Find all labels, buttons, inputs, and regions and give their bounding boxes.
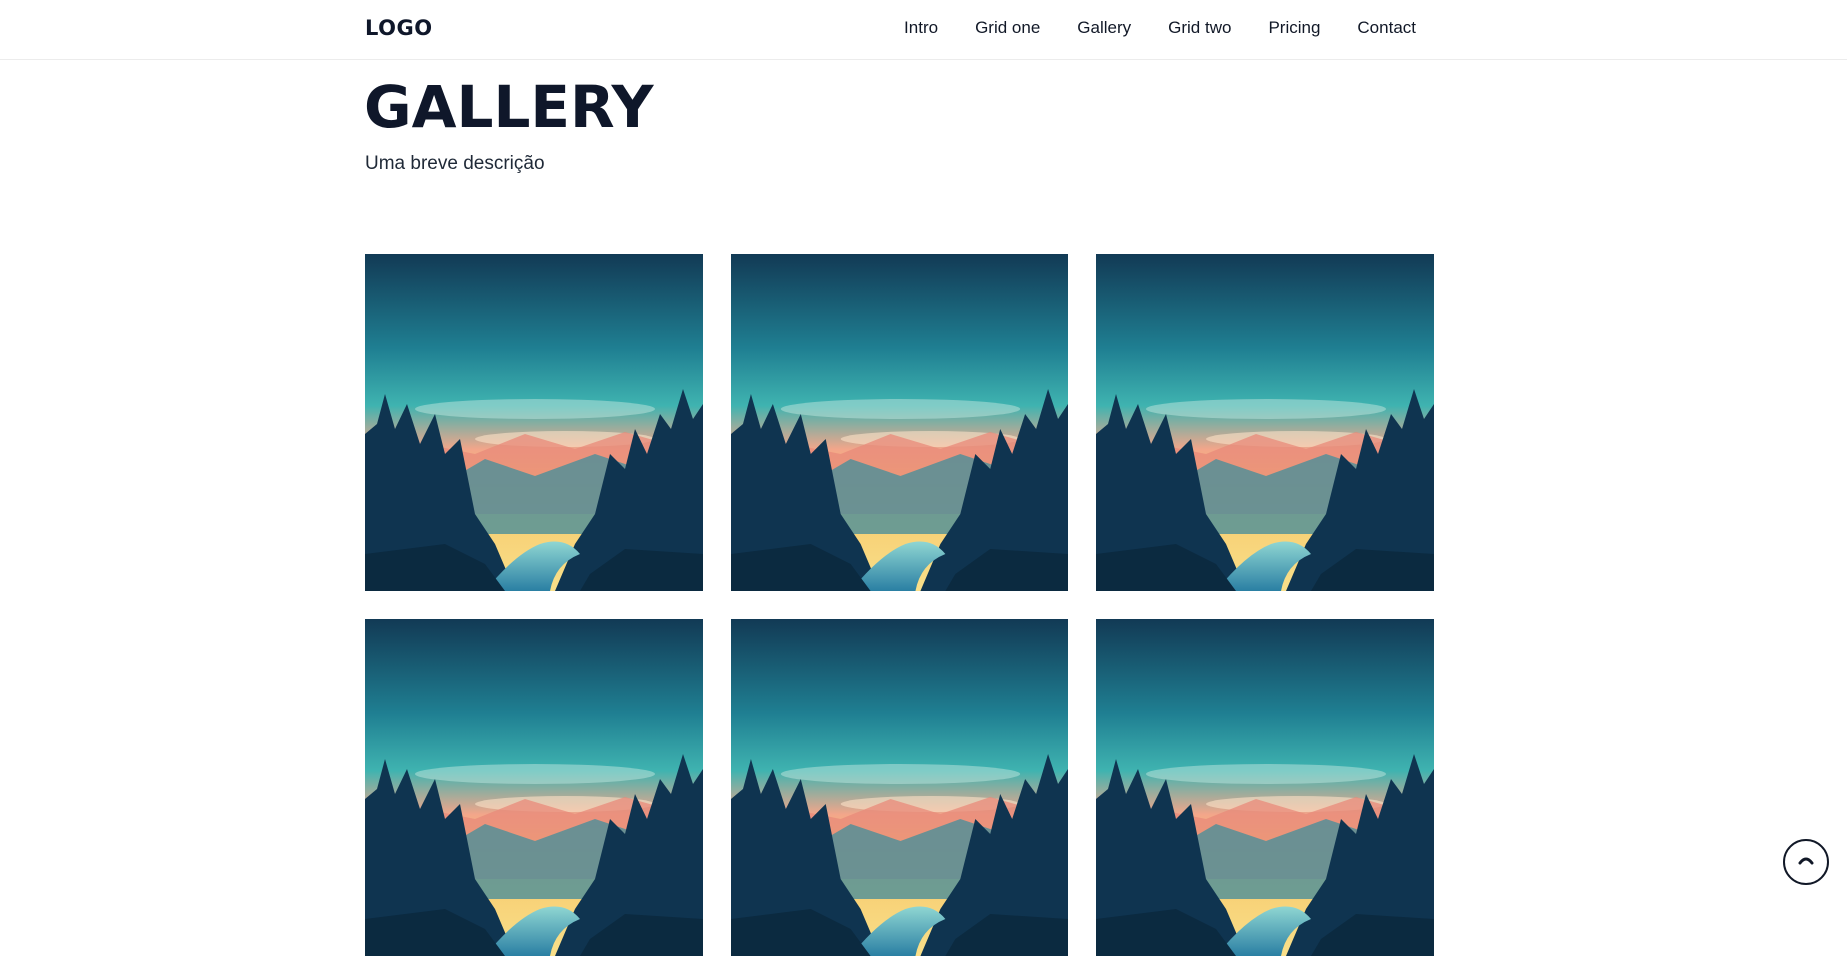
nav-link-grid-one[interactable]: Grid one [975,17,1040,39]
nav-link-grid-two[interactable]: Grid two [1168,17,1231,39]
landscape-illustration [731,619,1068,956]
nav-link-pricing[interactable]: Pricing [1268,17,1320,39]
nav-link-contact[interactable]: Contact [1357,17,1416,39]
logo[interactable]: LOGO [365,16,433,40]
chevron-up-icon [1797,853,1815,871]
gallery-image[interactable] [731,254,1068,591]
gallery-image[interactable] [365,254,703,591]
landscape-illustration [1096,254,1434,591]
scroll-to-top-button[interactable] [1783,839,1829,885]
nav-link-intro[interactable]: Intro [904,17,938,39]
landscape-illustration [1096,619,1434,956]
landscape-illustration [365,254,703,591]
gallery-image[interactable] [1096,619,1434,956]
nav-link-gallery[interactable]: Gallery [1077,17,1131,39]
page-subtitle: Uma breve descrição [365,153,545,174]
landscape-illustration [731,254,1068,591]
gallery-image[interactable] [365,619,703,956]
gallery-grid [365,254,1434,956]
gallery-image[interactable] [731,619,1068,956]
page-title: GALLERY [364,73,654,141]
site-header: LOGO Intro Grid one Gallery Grid two Pri… [0,0,1847,60]
gallery-image[interactable] [1096,254,1434,591]
landscape-illustration [365,619,703,956]
